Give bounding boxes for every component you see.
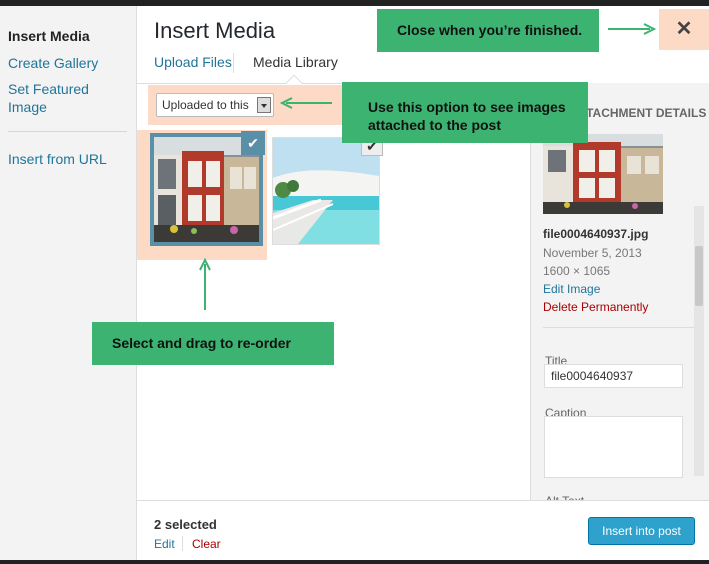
callout-select-reorder: Select and drag to re-order: [92, 322, 334, 365]
footer-divider: [182, 536, 183, 551]
selection-count: 2 selected: [154, 517, 217, 532]
filter-selected-value: Uploaded to this: [162, 98, 249, 112]
details-divider: [543, 327, 698, 328]
arrow-right-icon: [608, 23, 656, 35]
house-photo-small: [543, 134, 663, 214]
sidebar-title: Insert Media: [8, 28, 90, 44]
media-sidebar: Insert Media Create Gallery Set Featured…: [0, 6, 137, 560]
edit-image-link[interactable]: Edit Image: [543, 282, 600, 296]
delete-permanently-link[interactable]: Delete Permanently: [543, 300, 648, 314]
attachment-filename: file0004640937.jpg: [543, 227, 649, 241]
tab-upload-files[interactable]: Upload Files: [154, 54, 232, 70]
edit-selection-link[interactable]: Edit: [154, 537, 175, 551]
caption-field[interactable]: [544, 416, 683, 478]
details-header: ATTACHMENT DETAILS: [571, 106, 707, 120]
sidebar-item-create-gallery[interactable]: Create Gallery: [8, 54, 128, 72]
attachment-details-panel: ATTACHMENT DETAILS file0004640937.jpg No…: [530, 83, 709, 501]
callout-close: Close when you’re finished.: [377, 9, 599, 52]
page-title: Insert Media: [154, 18, 276, 43]
selected-checkmark-icon[interactable]: ✔: [241, 131, 265, 155]
media-filter-select[interactable]: Uploaded to this: [156, 93, 274, 117]
attachment-dimensions: 1600 × 1065: [543, 264, 611, 278]
bottom-bar: [0, 560, 709, 564]
tab-divider: [233, 53, 234, 73]
arrow-left-icon: [280, 97, 332, 109]
close-icon[interactable]: ✕: [659, 9, 709, 50]
attachment-date: November 5, 2013: [543, 246, 642, 260]
arrow-up-icon: [199, 258, 211, 310]
details-thumbnail: [543, 134, 663, 214]
callout-filter-option: Use this option to see images attached t…: [342, 82, 588, 143]
tab-media-library[interactable]: Media Library: [253, 54, 338, 70]
sidebar-item-insert-from-url[interactable]: Insert from URL: [8, 150, 128, 168]
details-scrollbar-thumb[interactable]: [695, 246, 703, 306]
title-field[interactable]: file0004640937: [544, 364, 683, 388]
clear-selection-link[interactable]: Clear: [192, 537, 221, 551]
media-toolbar-footer: 2 selected Edit Clear Insert into post: [137, 500, 709, 560]
chevron-down-icon[interactable]: [257, 97, 271, 113]
sidebar-divider: [8, 131, 127, 132]
insert-into-post-button[interactable]: Insert into post: [588, 517, 695, 545]
sidebar-item-set-featured-image[interactable]: Set Featured Image: [8, 80, 128, 116]
